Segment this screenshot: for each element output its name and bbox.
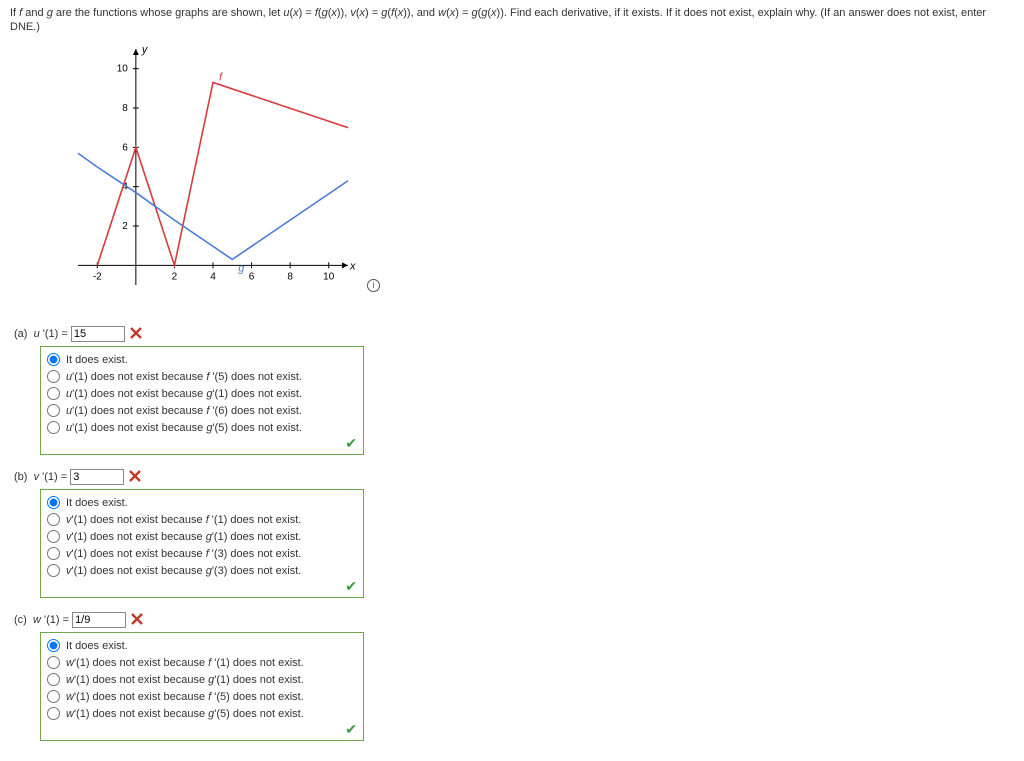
svg-text:-2: -2 [93,271,102,282]
svg-text:8: 8 [287,271,293,282]
part-a: (a) u '(1) = It does exist. u'(1) does n… [10,326,1014,455]
options-box-a: It does exist. u'(1) does not exist beca… [40,346,364,455]
opt-label: It does exist. [66,354,128,366]
options-box-c: It does exist. w'(1) does not exist beca… [40,632,364,741]
svg-text:8: 8 [122,103,128,114]
radio-a-3[interactable] [47,404,60,417]
opt-label: v'(1) does not exist because g'(1) does … [66,531,301,543]
options-box-b: It does exist. v'(1) does not exist beca… [40,489,364,598]
svg-text:2: 2 [172,271,178,282]
radio-b-3[interactable] [47,547,60,560]
deriv-expr: w '(1) = [33,614,69,626]
info-icon[interactable]: i [367,279,380,292]
check-icon: ✔ [345,435,357,452]
svg-text:2: 2 [122,221,128,232]
opt-label: w'(1) does not exist because g'(5) does … [66,708,304,720]
check-icon: ✔ [345,578,357,595]
radio-a-0[interactable] [47,353,60,366]
opt-label: v'(1) does not exist because g'(3) does … [66,565,301,577]
svg-text:f: f [219,71,223,83]
radio-c-4[interactable] [47,707,60,720]
radio-c-0[interactable] [47,639,60,652]
svg-text:10: 10 [117,63,129,74]
opt-label: It does exist. [66,497,128,509]
part-label: (a) [14,328,27,340]
deriv-expr: v '(1) = [34,471,68,483]
opt-label: u'(1) does not exist because g'(5) does … [66,422,302,434]
deriv-expr: u '(1) = [34,328,68,340]
radio-c-3[interactable] [47,690,60,703]
part-b: (b) v '(1) = It does exist. v'(1) does n… [10,469,1014,598]
question-prompt: If f and g are the functions whose graph… [10,6,1014,35]
part-label: (b) [14,471,27,483]
answer-input-a[interactable] [71,326,125,342]
answer-input-b[interactable] [70,469,124,485]
opt-label: u'(1) does not exist because f '(6) does… [66,405,302,417]
radio-b-4[interactable] [47,564,60,577]
radio-b-1[interactable] [47,513,60,526]
svg-text:x: x [349,260,356,272]
opt-label: w'(1) does not exist because f '(1) does… [66,657,304,669]
wrong-icon [129,470,141,485]
opt-label: w'(1) does not exist because g'(1) does … [66,674,304,686]
graph-figure: -2246810246810xyfg i [40,43,1014,317]
radio-a-1[interactable] [47,370,60,383]
svg-text:10: 10 [323,271,335,282]
opt-label: u'(1) does not exist because g'(1) does … [66,388,302,400]
part-c: (c) w '(1) = It does exist. w'(1) does n… [10,612,1014,741]
check-icon: ✔ [345,721,357,738]
part-label: (c) [14,614,27,626]
opt-label: v'(1) does not exist because f '(3) does… [66,548,301,560]
radio-c-2[interactable] [47,673,60,686]
svg-text:g: g [238,262,245,274]
radio-a-2[interactable] [47,387,60,400]
wrong-icon [130,327,142,342]
radio-b-2[interactable] [47,530,60,543]
answer-input-c[interactable] [72,612,126,628]
svg-text:6: 6 [122,142,128,153]
radio-a-4[interactable] [47,421,60,434]
opt-label: u'(1) does not exist because f '(5) does… [66,371,302,383]
opt-label: v'(1) does not exist because f '(1) does… [66,514,301,526]
svg-text:6: 6 [249,271,255,282]
radio-c-1[interactable] [47,656,60,669]
wrong-icon [131,613,143,628]
svg-text:4: 4 [210,271,216,282]
radio-b-0[interactable] [47,496,60,509]
opt-label: It does exist. [66,640,128,652]
svg-text:y: y [141,44,149,56]
opt-label: w'(1) does not exist because f '(5) does… [66,691,304,703]
